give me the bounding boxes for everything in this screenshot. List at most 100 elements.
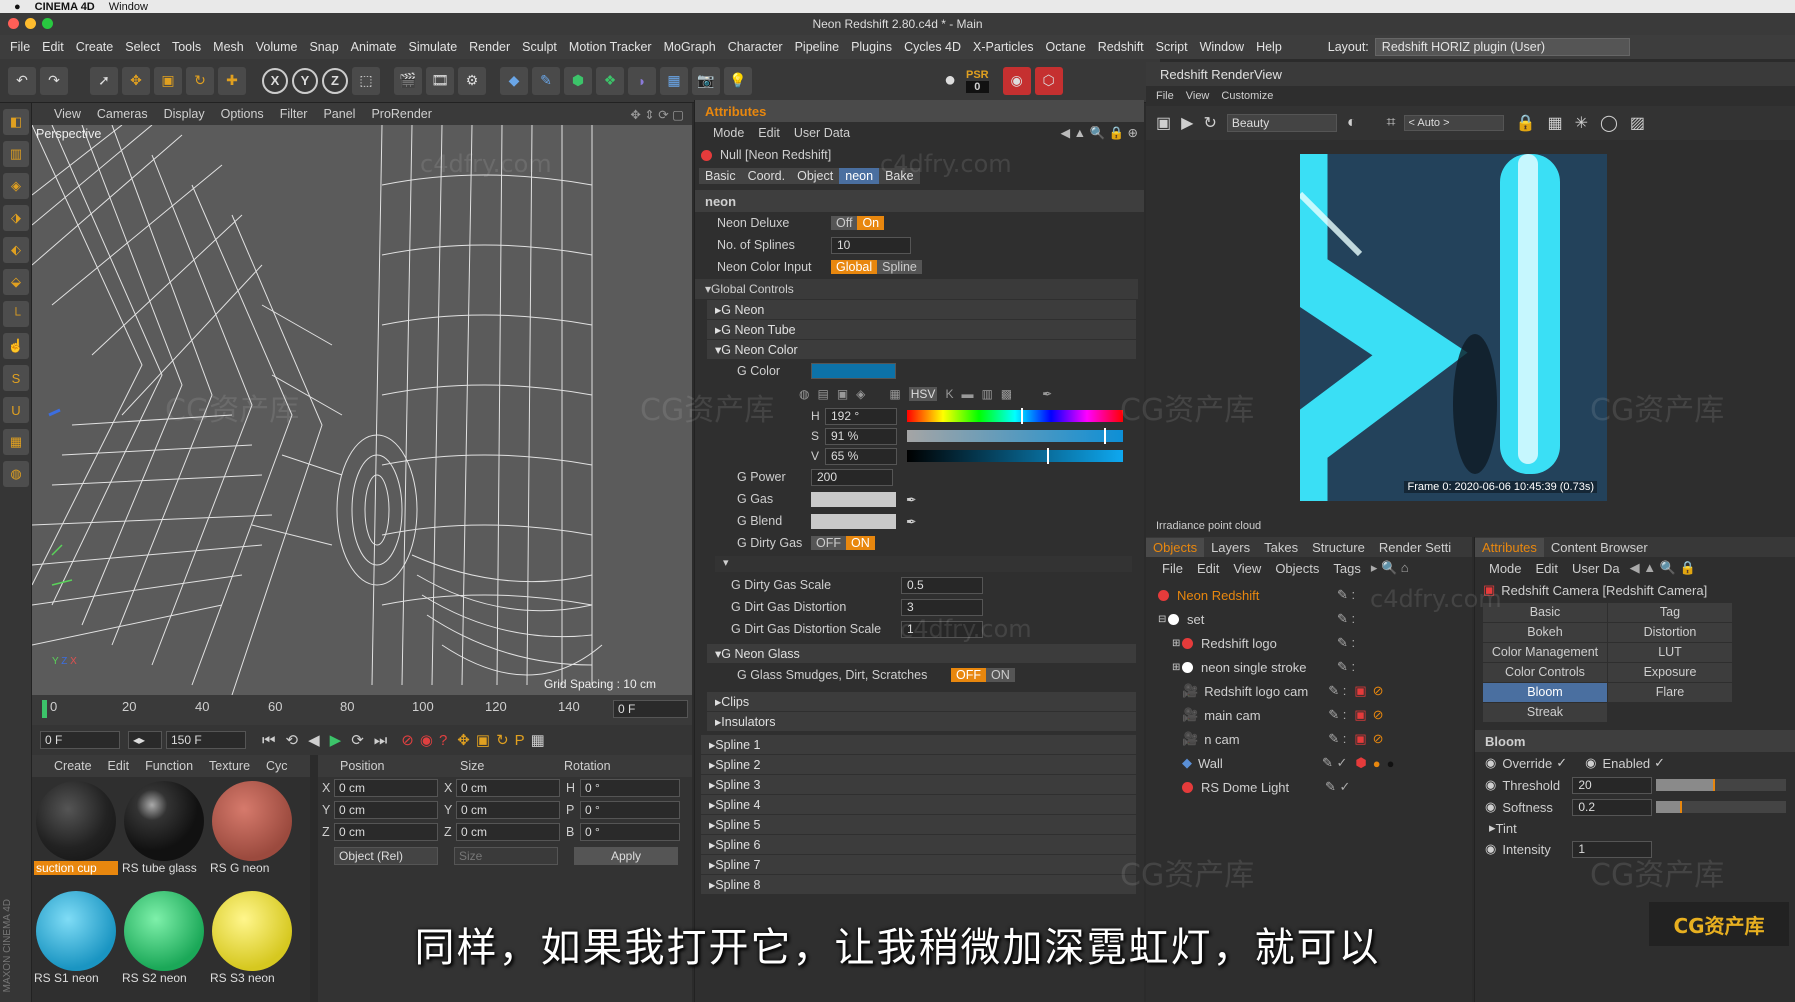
layout-select[interactable]: Redshift HORIZ plugin (User) bbox=[1374, 38, 1630, 56]
kelvin-mode-icon[interactable]: K bbox=[945, 387, 953, 401]
cam-tab-lut[interactable]: LUT bbox=[1608, 643, 1732, 662]
group-g-neon[interactable]: ▸ G Neon bbox=[707, 300, 1136, 319]
lock-icon[interactable]: 🔒 bbox=[1516, 113, 1536, 133]
tab-objects[interactable]: Objects bbox=[1146, 537, 1205, 557]
render-settings-icon[interactable]: ⚙ bbox=[458, 66, 486, 95]
saturation-slider[interactable] bbox=[907, 428, 1123, 444]
viewport-menu-filter[interactable]: Filter bbox=[272, 107, 316, 121]
key-param-icon[interactable]: P bbox=[515, 732, 525, 749]
mixer-icon[interactable]: ◈ bbox=[856, 387, 865, 401]
grid-icon[interactable]: ▦ bbox=[1547, 113, 1562, 133]
viewport-menu-display[interactable]: Display bbox=[156, 107, 213, 121]
point-mode-icon[interactable]: ⬗ bbox=[3, 205, 29, 231]
size-z-field[interactable]: 0 cm bbox=[456, 823, 560, 841]
prev-key-icon[interactable]: ⟲ bbox=[286, 731, 299, 749]
g-power-field[interactable]: 200 bbox=[811, 468, 893, 486]
group-spline-4[interactable]: ▸ Spline 4 bbox=[701, 795, 1136, 814]
saturation-slider-knob[interactable] bbox=[1103, 428, 1106, 444]
timeline-end-field[interactable]: 0 F bbox=[613, 700, 688, 718]
attributes-menu-mode[interactable]: Mode bbox=[713, 126, 744, 140]
cube-icon[interactable]: ◆ bbox=[500, 66, 528, 95]
protection-tag-icon[interactable]: ⊘ bbox=[1373, 707, 1384, 723]
circle-icon[interactable]: ◯ bbox=[1600, 113, 1618, 133]
redshift-camera-tag-icon[interactable]: ▣ bbox=[1354, 707, 1366, 723]
group-g-neon-color[interactable]: ▾ G Neon Color bbox=[707, 340, 1136, 359]
redo-icon[interactable]: ↷ bbox=[40, 66, 68, 95]
threshold-slider[interactable] bbox=[1656, 779, 1787, 791]
swatch-grid-icon[interactable]: ▩ bbox=[1001, 387, 1012, 401]
size-mode-select[interactable]: Size bbox=[454, 847, 558, 865]
cam-tab-bokeh[interactable]: Bokeh bbox=[1483, 623, 1607, 642]
visibility-toggle[interactable]: ✎ ✓ bbox=[1325, 779, 1350, 795]
size-y-field[interactable]: 0 cm bbox=[456, 801, 560, 819]
value-slider-knob[interactable] bbox=[1047, 448, 1050, 464]
softness-slider[interactable] bbox=[1656, 801, 1787, 813]
floor-icon[interactable]: ▦ bbox=[660, 66, 688, 95]
cam-tab-tag[interactable]: Tag bbox=[1608, 603, 1732, 622]
menu-character[interactable]: Character bbox=[722, 40, 789, 54]
renderview-menu-customize[interactable]: Customize bbox=[1221, 90, 1273, 102]
camera-icon[interactable]: 📷 bbox=[692, 66, 720, 95]
eyedropper-icon[interactable]: ✒ bbox=[906, 492, 916, 507]
menu-help[interactable]: Help bbox=[1250, 40, 1288, 54]
redshift-camera-tag-icon[interactable]: ▣ bbox=[1354, 731, 1366, 747]
group-g-neon-glass[interactable]: ▾ G Neon Glass bbox=[707, 644, 1136, 663]
record-key-icon[interactable]: ⊘ bbox=[401, 731, 414, 749]
menu-pipeline[interactable]: Pipeline bbox=[789, 40, 845, 54]
viewport-menu-cameras[interactable]: Cameras bbox=[89, 107, 156, 121]
menu-script[interactable]: Script bbox=[1150, 40, 1194, 54]
material-swatch[interactable]: RS G neon bbox=[210, 779, 294, 875]
attributes-nav-icons[interactable]: ◀ ▲ 🔍 🔒 ⊕ bbox=[1061, 125, 1138, 141]
scale-tool-icon[interactable]: ▣ bbox=[154, 66, 182, 95]
splines-count-field[interactable]: 10 bbox=[831, 236, 911, 254]
position-z-field[interactable]: 0 cm bbox=[334, 823, 438, 841]
value-slider[interactable] bbox=[907, 448, 1123, 464]
group-spline-1[interactable]: ▸ Spline 1 bbox=[701, 735, 1136, 754]
crop-icon[interactable]: ⌗ bbox=[1387, 114, 1396, 132]
tab-attributes[interactable]: Attributes bbox=[1475, 537, 1544, 557]
list-item[interactable]: ⊞ neon single stroke ✎ : bbox=[1146, 655, 1472, 679]
spectrum-icon[interactable]: ▤ bbox=[817, 387, 828, 401]
step-back-icon[interactable]: ◀ bbox=[308, 731, 320, 749]
tint-group[interactable]: ▸ Tint bbox=[1475, 818, 1795, 838]
coordinate-system-icon[interactable]: ⬚ bbox=[352, 66, 380, 95]
visibility-toggle[interactable]: ✎ ✓ bbox=[1322, 755, 1347, 771]
swatches-icon[interactable]: ▥ bbox=[981, 387, 992, 401]
timeline-ruler[interactable]: 0 20 40 60 80 100 120 140 0 F bbox=[32, 695, 692, 725]
key-rotation-icon[interactable]: ↻ bbox=[496, 731, 509, 749]
tab-layers[interactable]: Layers bbox=[1204, 538, 1257, 557]
mix-mode-icon[interactable]: ▬ bbox=[961, 387, 973, 401]
redshift-camera-tag-icon[interactable]: ▣ bbox=[1354, 683, 1366, 699]
value-field[interactable]: 65 % bbox=[825, 447, 897, 465]
group-insulators[interactable]: ▸ Insulators bbox=[707, 712, 1136, 731]
protection-tag-icon[interactable]: ⊘ bbox=[1373, 731, 1384, 747]
threshold-field[interactable]: 20 bbox=[1572, 776, 1653, 794]
zoom-window-button[interactable] bbox=[42, 18, 53, 29]
menu-plugins[interactable]: Plugins bbox=[845, 40, 898, 54]
cam-tab-streak[interactable]: Streak bbox=[1483, 703, 1607, 722]
hue-field[interactable]: 192 ° bbox=[825, 407, 897, 425]
rotate-tool-icon[interactable]: ↻ bbox=[186, 66, 214, 95]
objects-menu-file[interactable]: File bbox=[1162, 561, 1183, 576]
window-menu[interactable]: Window bbox=[109, 1, 148, 13]
grid-icon[interactable]: ▦ bbox=[3, 429, 29, 455]
list-item[interactable]: 🎥 Redshift logo cam ✎ : ▣ ⊘ bbox=[1146, 679, 1472, 703]
menu-tools[interactable]: Tools bbox=[166, 40, 207, 54]
cam-nav-icons[interactable]: ◀ ▲ 🔍 🔒 bbox=[1630, 560, 1696, 576]
viewport-menu-view[interactable]: View bbox=[46, 107, 89, 121]
expand-toggle-icon[interactable]: ⊞ bbox=[1172, 662, 1182, 673]
cam-tab-color-controls[interactable]: Color Controls bbox=[1483, 663, 1607, 682]
renderview-menu-view[interactable]: View bbox=[1186, 90, 1210, 102]
tab-structure[interactable]: Structure bbox=[1305, 538, 1372, 557]
render-picture-viewer-icon[interactable]: 🎞 bbox=[426, 66, 454, 95]
app-menu[interactable]: CINEMA 4D bbox=[35, 1, 95, 13]
menu-simulate[interactable]: Simulate bbox=[403, 40, 464, 54]
group-spline-8[interactable]: ▸ Spline 8 bbox=[701, 875, 1136, 894]
visibility-toggle[interactable]: ✎ : bbox=[1337, 611, 1355, 627]
cam-menu-userdata[interactable]: User Da bbox=[1572, 561, 1620, 576]
magnet-icon[interactable]: U bbox=[3, 397, 29, 423]
position-y-field[interactable]: 0 cm bbox=[334, 801, 438, 819]
tab-basic[interactable]: Basic bbox=[699, 168, 742, 184]
group-spline-5[interactable]: ▸ Spline 5 bbox=[701, 815, 1136, 834]
texture-mode-icon[interactable]: ▥ bbox=[3, 141, 29, 167]
